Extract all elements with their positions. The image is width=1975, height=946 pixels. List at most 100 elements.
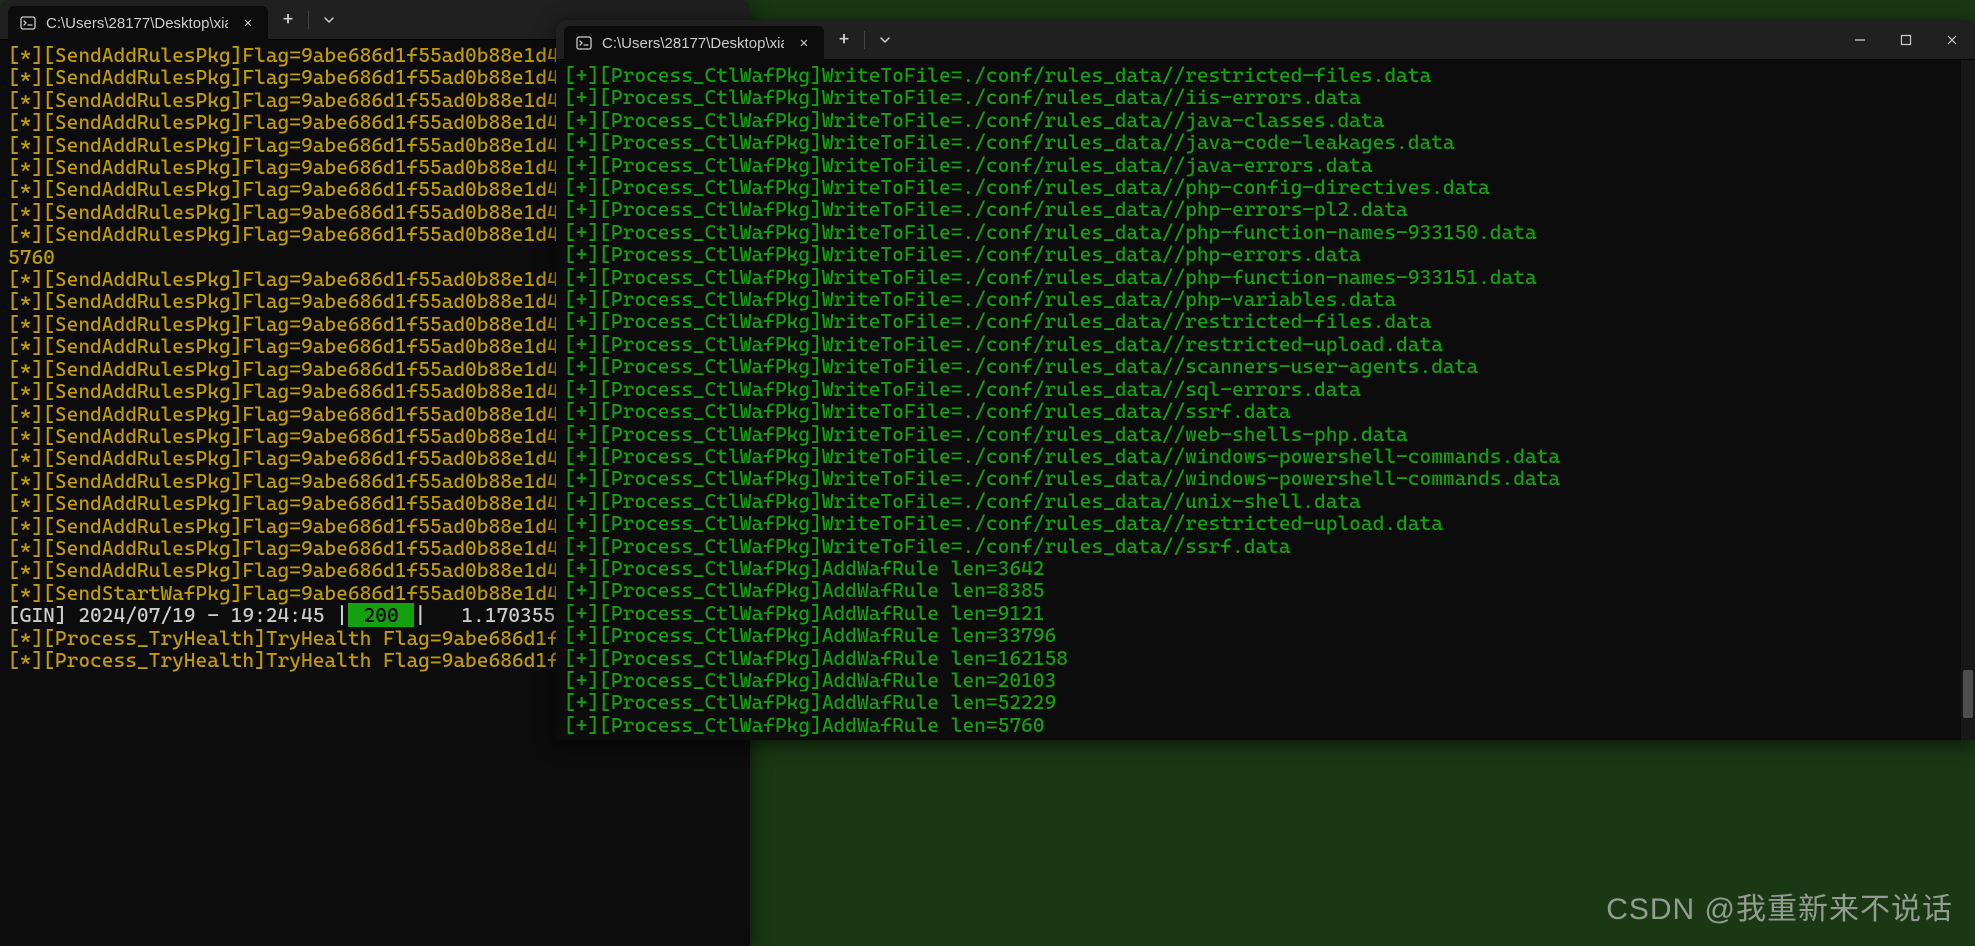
window-controls [1837, 20, 1975, 59]
terminal-text: [+][Process_CtlWafPkg]WriteToFile=./conf… [564, 489, 1361, 513]
terminal-line: [+][Process_CtlWafPkg]WriteToFile=./conf… [564, 355, 1967, 377]
minimize-button[interactable] [1837, 20, 1883, 60]
terminal-text: [*][SendAddRulesPkg]Flag=9abe686d1f55ad0… [8, 43, 594, 67]
terminal-text: [+][Process_CtlWafPkg]AddWafRule len=522… [564, 690, 1056, 714]
terminal-line: [+][Process_CtlWafPkg]WriteToFile=./conf… [564, 243, 1967, 265]
terminal-text: 200 [348, 603, 415, 627]
terminal-text: [*][SendStartWafPkg]Flag=9abe686d1f55ad0… [8, 581, 594, 605]
terminal-text: [+][Process_CtlWafPkg]WriteToFile=./conf… [564, 197, 1408, 221]
terminal-text: [*][Process_TryHealth]TryHealth Flag=9ab… [8, 626, 594, 650]
terminal-text: [*][SendAddRulesPkg]Flag=9abe686d1f55ad0… [8, 379, 594, 403]
terminal-text: [+][Process_CtlWafPkg]WriteToFile=./conf… [564, 287, 1396, 311]
terminal-text: [+][Process_CtlWafPkg]WriteToFile=./conf… [564, 377, 1361, 401]
terminal-text: [*][SendAddRulesPkg]Flag=9abe686d1f55ad0… [8, 469, 594, 493]
terminal-text: [*][SendAddRulesPkg]Flag=9abe686d1f55ad0… [8, 155, 594, 179]
terminal-line: [+][Process_CtlWafPkg]AddWafRule len=576… [564, 714, 1967, 736]
terminal-text: [+][Process_CtlWafPkg]WriteToFile=./conf… [564, 130, 1455, 154]
terminal-line: [+][Process_CtlWafPkg]AddWafRule len=201… [564, 669, 1967, 691]
new-tab-button[interactable]: + [824, 20, 864, 60]
tab-dropdown-button[interactable] [309, 0, 349, 40]
tab-actions: + [824, 20, 905, 59]
terminal-text: [*][SendAddRulesPkg]Flag=9abe686d1f55ad0… [8, 558, 594, 582]
terminal-window-right: C:\Users\28177\Desktop\xiany ✕ + [+][Pro… [556, 20, 1975, 740]
terminal-line: [+][Process_CtlWafPkg]WriteToFile=./conf… [564, 333, 1967, 355]
terminal-line: [+][Process_CtlWafPkg]AddWafRule len=162… [564, 647, 1967, 669]
terminal-text: [*][Process_TryHealth]TryHealth Flag=9ab… [8, 648, 594, 672]
terminal-text: [*][SendAddRulesPkg]Flag=9abe686d1f55ad0… [8, 133, 594, 157]
terminal-text: [+][Process_CtlWafPkg]WriteToFile=./conf… [564, 175, 1490, 199]
terminal-text: 5760 [8, 245, 55, 269]
terminal-text: [*][SendAddRulesPkg]Flag=9abe686d1f55ad0… [8, 402, 594, 426]
terminal-text: [*][SendAddRulesPkg]Flag=9abe686d1f55ad0… [8, 312, 594, 336]
terminal-line: [+][Process_CtlWafPkg]AddWafRule len=522… [564, 691, 1967, 713]
terminal-text: [*][SendAddRulesPkg]Flag=9abe686d1f55ad0… [8, 514, 594, 538]
terminal-text: [*][SendAddRulesPkg]Flag=9abe686d1f55ad0… [8, 491, 594, 515]
terminal-line: [+][Process_CtlWafPkg]WriteToFile=./conf… [564, 490, 1967, 512]
terminal-text: [+][Process_CtlWafPkg]WriteToFile=./conf… [564, 511, 1443, 535]
terminal-text: [+][Process_CtlWafPkg]AddWafRule len=838… [564, 578, 1044, 602]
terminal-text: | 1.1703554s [414, 603, 578, 627]
terminal-icon [20, 15, 36, 31]
terminal-text: [*][SendAddRulesPkg]Flag=9abe686d1f55ad0… [8, 222, 594, 246]
maximize-button[interactable] [1883, 20, 1929, 60]
tab-title: C:\Users\28177\Desktop\xiany [46, 15, 228, 32]
close-window-button[interactable] [1929, 20, 1975, 60]
terminal-text: [+][Process_CtlWafPkg]WriteToFile=./conf… [564, 466, 1560, 490]
close-tab-icon[interactable]: ✕ [794, 33, 814, 53]
terminal-line: [+][Process_CtlWafPkg]AddWafRule len=838… [564, 579, 1967, 601]
terminal-line: [+][Process_CtlWafPkg]AddWafRule len=912… [564, 602, 1967, 624]
terminal-text: [+][Process_CtlWafPkg]WriteToFile=./conf… [564, 220, 1537, 244]
scrollbar-thumb[interactable] [1963, 670, 1973, 718]
terminal-text: [*][SendAddRulesPkg]Flag=9abe686d1f55ad0… [8, 334, 594, 358]
tab-title: C:\Users\28177\Desktop\xiany [602, 35, 784, 52]
new-tab-button[interactable]: + [268, 0, 308, 40]
terminal-text: [+][Process_CtlWafPkg]WriteToFile=./conf… [564, 265, 1537, 289]
terminal-line: [+][Process_CtlWafPkg]WriteToFile=./conf… [564, 310, 1967, 332]
terminal-text: [*][SendAddRulesPkg]Flag=9abe686d1f55ad0… [8, 289, 594, 313]
terminal-text: [*][SendAddRulesPkg]Flag=9abe686d1f55ad0… [8, 424, 594, 448]
terminal-text: [+][Process_CtlWafPkg]WriteToFile=./conf… [564, 153, 1373, 177]
terminal-text: [+][Process_CtlWafPkg]AddWafRule len=912… [564, 601, 1044, 625]
scrollbar[interactable] [1961, 60, 1975, 740]
terminal-text: [+][Process_CtlWafPkg]AddWafRule len=364… [564, 556, 1044, 580]
terminal-text: [+][Process_CtlWafPkg]WriteToFile=./conf… [564, 108, 1384, 132]
terminal-text: [+][Process_CtlWafPkg]WriteToFile=./conf… [564, 309, 1431, 333]
terminal-text: [*][SendAddRulesPkg]Flag=9abe686d1f55ad0… [8, 200, 594, 224]
terminal-line: [+][Process_CtlWafPkg]AddWafRule len=364… [564, 557, 1967, 579]
terminal-text: [*][SendAddRulesPkg]Flag=9abe686d1f55ad0… [8, 88, 594, 112]
terminal-line: [+][Process_CtlWafPkg]WriteToFile=./conf… [564, 266, 1967, 288]
terminal-line: [+][Process_CtlWafPkg]WriteToFile=./conf… [564, 400, 1967, 422]
terminal-text: [*][SendAddRulesPkg]Flag=9abe686d1f55ad0… [8, 267, 594, 291]
terminal-line: [+][Process_CtlWafPkg]WriteToFile=./conf… [564, 535, 1967, 557]
close-tab-icon[interactable]: ✕ [238, 13, 258, 33]
terminal-line: [+][Process_CtlWafPkg]AddWafRule len=337… [564, 624, 1967, 646]
terminal-text: [*][SendAddRulesPkg]Flag=9abe686d1f55ad0… [8, 177, 594, 201]
tab-actions: + [268, 0, 349, 39]
titlebar[interactable]: C:\Users\28177\Desktop\xiany ✕ + [556, 20, 1975, 60]
terminal-text: [+][Process_CtlWafPkg]WriteToFile=./conf… [564, 444, 1560, 468]
watermark: CSDN @我重新来不说话 [1606, 884, 1953, 928]
terminal-line: [+][Process_CtlWafPkg]WriteToFile=./conf… [564, 423, 1967, 445]
terminal-text: [+][Process_CtlWafPkg]AddWafRule len=337… [564, 623, 1056, 647]
terminal-text: [*][SendAddRulesPkg]Flag=9abe686d1f55ad0… [8, 65, 594, 89]
terminal-line: [+][Process_CtlWafPkg]WriteToFile=./conf… [564, 288, 1967, 310]
terminal-text: [+][Process_CtlWafPkg]AddWafRule len=201… [564, 668, 1056, 692]
terminal-text: [+][Process_CtlWafPkg]WriteToFile=./conf… [564, 399, 1291, 423]
terminal-text: [+][Process_CtlWafPkg]WriteToFile=./conf… [564, 534, 1291, 558]
terminal-line: [+][Process_CtlWafPkg]WriteToFile=./conf… [564, 512, 1967, 534]
terminal-output[interactable]: [+][Process_CtlWafPkg]WriteToFile=./conf… [556, 60, 1975, 740]
terminal-line: [+][Process_CtlWafPkg]WriteToFile=./conf… [564, 176, 1967, 198]
terminal-text: [+][Process_CtlWafPkg]WriteToFile=./conf… [564, 422, 1408, 446]
tab-dropdown-button[interactable] [865, 20, 905, 60]
terminal-line: [+][Process_CtlWafPkg]WriteToFile=./conf… [564, 154, 1967, 176]
tab-active[interactable]: C:\Users\28177\Desktop\xiany ✕ [564, 26, 824, 60]
terminal-text: [+][Process_CtlWafPkg]WriteToFile=./conf… [564, 63, 1431, 87]
terminal-text: [+][Process_CtlWafPkg]WriteToFile=./conf… [564, 242, 1361, 266]
terminal-line: [+][Process_CtlWafPkg]WriteToFile=./conf… [564, 198, 1967, 220]
tab-active[interactable]: C:\Users\28177\Desktop\xiany ✕ [8, 6, 268, 40]
terminal-text: [+][Process_CtlWafPkg]WriteToFile=./conf… [564, 85, 1361, 109]
terminal-line: [+][Process_CtlWafPkg]WriteToFile=./conf… [564, 131, 1967, 153]
terminal-text: [*][SendAddRulesPkg]Flag=9abe686d1f55ad0… [8, 446, 594, 470]
terminal-text: [+][Process_CtlWafPkg]WriteToFile=./conf… [564, 354, 1478, 378]
terminal-line: [+][Process_CtlWafPkg]WriteToFile=./conf… [564, 86, 1967, 108]
